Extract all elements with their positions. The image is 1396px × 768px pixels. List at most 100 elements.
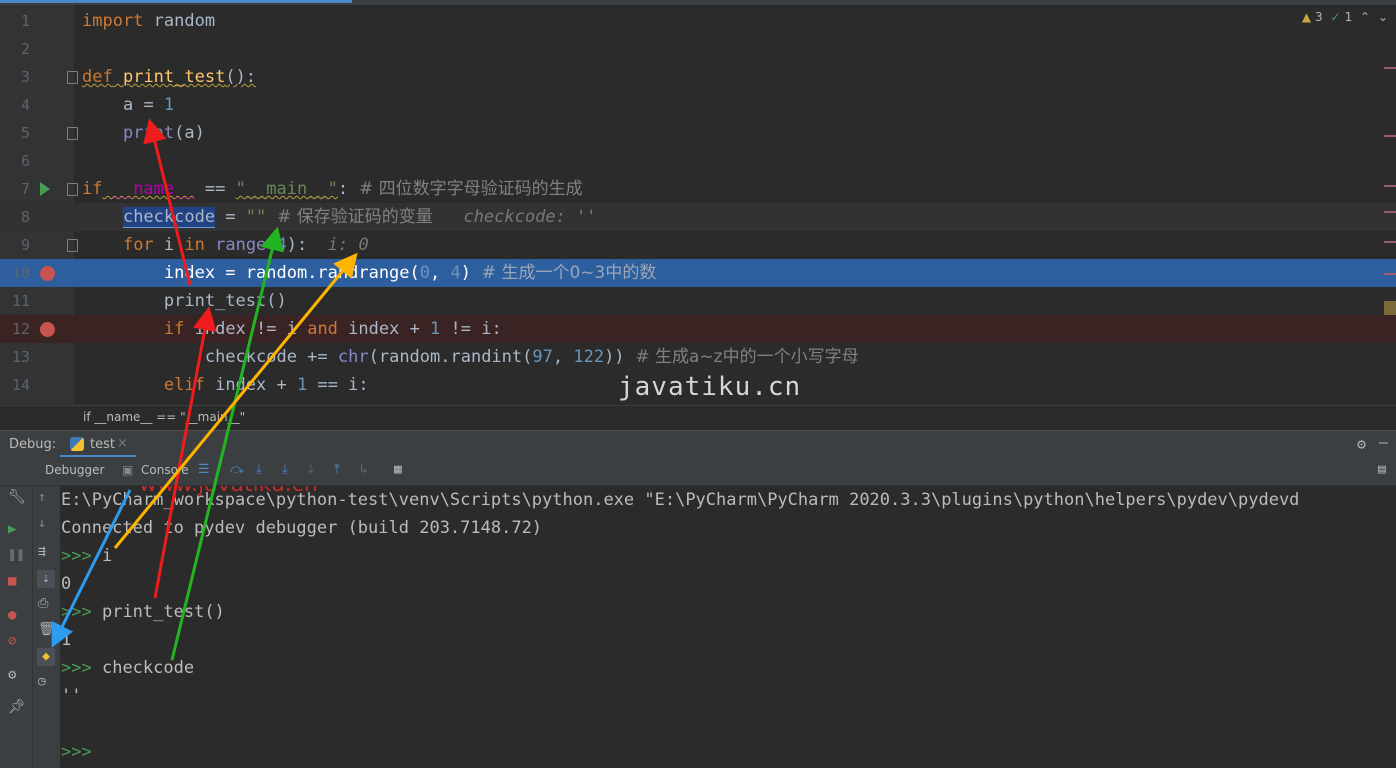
builtin-name: chr <box>337 347 369 367</box>
code-line-11[interactable]: 11 print_test() <box>0 287 1396 315</box>
line-number: 7 <box>20 180 30 198</box>
comment: # 生成a~z中的一个小写字母 <box>624 347 859 367</box>
code-text: a <box>122 95 134 115</box>
tab-debugger[interactable]: Debugger <box>45 463 104 477</box>
code-line-13[interactable]: 13 checkcode += chr(random.randint(97, 1… <box>0 343 1396 371</box>
stop-icon[interactable]: ■ <box>8 573 16 589</box>
error-stripe[interactable] <box>1384 35 1396 405</box>
settings-icon[interactable]: ⚙ <box>8 667 16 683</box>
breakpoint-icon[interactable] <box>40 322 55 337</box>
arrow-up-icon[interactable]: ↑ <box>38 490 46 505</box>
fold-icon[interactable] <box>67 239 78 252</box>
code-line-12[interactable]: 12 if index != i and index + 1 != i: <box>0 315 1396 343</box>
code-line-3[interactable]: 3 def print_test(): <box>0 63 1396 91</box>
trash-icon[interactable]: 🗑︎ <box>38 622 55 637</box>
code-line-2[interactable]: 2 <box>0 35 1396 63</box>
pause-icon[interactable]: ❚❚ <box>8 547 25 563</box>
code-text: , <box>552 347 574 367</box>
number-literal: 4 <box>450 263 461 283</box>
code-text: index = random.randrange( <box>163 263 420 283</box>
fold-icon[interactable] <box>67 71 78 84</box>
line-number: 2 <box>20 40 30 58</box>
code-line-5[interactable]: 5 print(a) <box>0 119 1396 147</box>
stripe-mark[interactable] <box>1384 273 1396 275</box>
tab-console[interactable]: Console <box>141 463 189 477</box>
soft-wrap-icon[interactable]: ⇶ <box>38 544 46 559</box>
code-line-8[interactable]: 8 checkcode = "" # 保存验证码的变量 checkcode: '… <box>0 203 1396 231</box>
code-line-1[interactable]: 1 import random <box>0 7 1396 35</box>
console-prompt: >>> <box>61 658 92 678</box>
keyword: for <box>122 235 154 255</box>
chevron-up-icon[interactable]: ⌃ <box>1360 10 1370 24</box>
minimize-icon[interactable]: — <box>1379 433 1388 451</box>
code-line-7[interactable]: 7 if __name__ == "__main__": # 四位数字字母验证码… <box>0 175 1396 203</box>
debug-label: Debug: <box>9 437 57 452</box>
code-line-10-execution-point[interactable]: 10 index = random.randrange(0, 4) # 生成一个… <box>0 259 1396 287</box>
check-count: 1 <box>1344 10 1353 24</box>
breadcrumb-item[interactable]: if __name__ == "__main__" <box>83 410 245 424</box>
scroll-to-end-icon[interactable]: ⇣ <box>37 570 55 588</box>
chevron-down-icon[interactable]: ⌄ <box>1378 10 1388 24</box>
keyword: if <box>163 319 185 339</box>
code-text: != i: <box>440 319 502 339</box>
close-icon[interactable]: × <box>117 436 128 451</box>
check-icon: ✓ <box>1330 10 1341 24</box>
arrow-down-icon[interactable]: ↓ <box>38 516 46 531</box>
wrench-icon[interactable]: 🔧︎ <box>8 489 26 505</box>
code-line-9[interactable]: 9 for i in range(4): i: 0 <box>0 231 1396 259</box>
string-literal: "__main__" <box>235 179 338 199</box>
stripe-mark[interactable] <box>1384 135 1396 137</box>
python-console-icon[interactable]: ◆ <box>37 648 55 666</box>
code-text: random <box>143 11 216 31</box>
run-to-cursor-icon[interactable]: ↳ <box>360 462 368 477</box>
step-over-icon[interactable]: ⤼ <box>230 462 244 477</box>
stripe-mark[interactable] <box>1384 241 1396 243</box>
debug-session-tab[interactable]: test × <box>60 431 136 458</box>
print-icon[interactable]: ⎙ <box>38 596 48 611</box>
step-out-icon[interactable]: ⤒ <box>334 462 340 477</box>
stripe-mark[interactable] <box>1384 67 1396 69</box>
evaluate-icon[interactable]: ▦ <box>394 462 402 477</box>
step-into-icon[interactable]: ⤓ <box>256 462 262 477</box>
watermark-text: www.javatiku.cn <box>139 486 318 497</box>
line-number: 3 <box>20 68 30 86</box>
code-line-6[interactable]: 6 <box>0 147 1396 175</box>
view-breakpoints-icon[interactable]: ● <box>8 607 16 623</box>
history-icon[interactable]: ◷ <box>38 674 46 689</box>
stripe-mark[interactable] <box>1384 185 1396 187</box>
debug-tool-window-header: Debug: test × ⚙ — <box>0 430 1396 458</box>
show-execution-point-icon[interactable]: ☰ <box>198 462 210 477</box>
debug-toolbar: Debugger ▣ Console ☰ ⤼ ⤓ ⤓ ⤓ ⤒ ↳ ▦ ▤ <box>0 457 1396 486</box>
code-text: (random.randint( <box>368 347 533 367</box>
fold-icon[interactable] <box>67 183 78 196</box>
code-text: ) <box>460 263 471 283</box>
line-number: 9 <box>20 236 30 254</box>
console-output: 0 <box>61 574 72 594</box>
console-input: print_test() <box>101 602 225 622</box>
python-icon <box>70 437 84 451</box>
mute-breakpoints-icon[interactable]: ⊘ <box>8 633 16 649</box>
force-step-into-icon[interactable]: ⤓ <box>308 462 314 477</box>
fold-icon[interactable] <box>67 127 78 140</box>
code-editor[interactable]: 1 import random 2 3 def print_test(): 4 … <box>0 5 1396 405</box>
console-prompt: >>> <box>61 546 92 566</box>
string-literal: "" <box>245 207 267 227</box>
inspection-widget[interactable]: ▲ 3 ✓ 1 ⌃ ⌄ <box>1298 10 1388 24</box>
code-line-4[interactable]: 4 a = 1 <box>0 91 1396 119</box>
comment: # 保存验证码的变量 <box>266 207 433 227</box>
breadcrumb[interactable]: if __name__ == "__main__" <box>0 405 1396 430</box>
pin-icon[interactable]: 📌︎ <box>8 699 26 715</box>
step-into-my-code-icon[interactable]: ⤓ <box>282 462 288 477</box>
code-text: , <box>430 263 451 283</box>
layout-icon[interactable]: ▤ <box>1378 462 1386 477</box>
number-literal: 1 <box>296 375 308 395</box>
run-icon[interactable] <box>40 182 50 196</box>
resume-icon[interactable]: ▶ <box>8 521 16 537</box>
console-prompt: >>> <box>61 602 92 622</box>
breakpoint-icon[interactable] <box>40 266 55 281</box>
stripe-mark[interactable] <box>1384 211 1396 213</box>
line-number: 11 <box>11 292 30 310</box>
gear-icon[interactable]: ⚙ <box>1357 435 1366 453</box>
debug-console[interactable]: E:\PyCharm_workspace\python-test\venv\Sc… <box>61 486 1396 768</box>
stripe-mark[interactable] <box>1384 301 1396 315</box>
